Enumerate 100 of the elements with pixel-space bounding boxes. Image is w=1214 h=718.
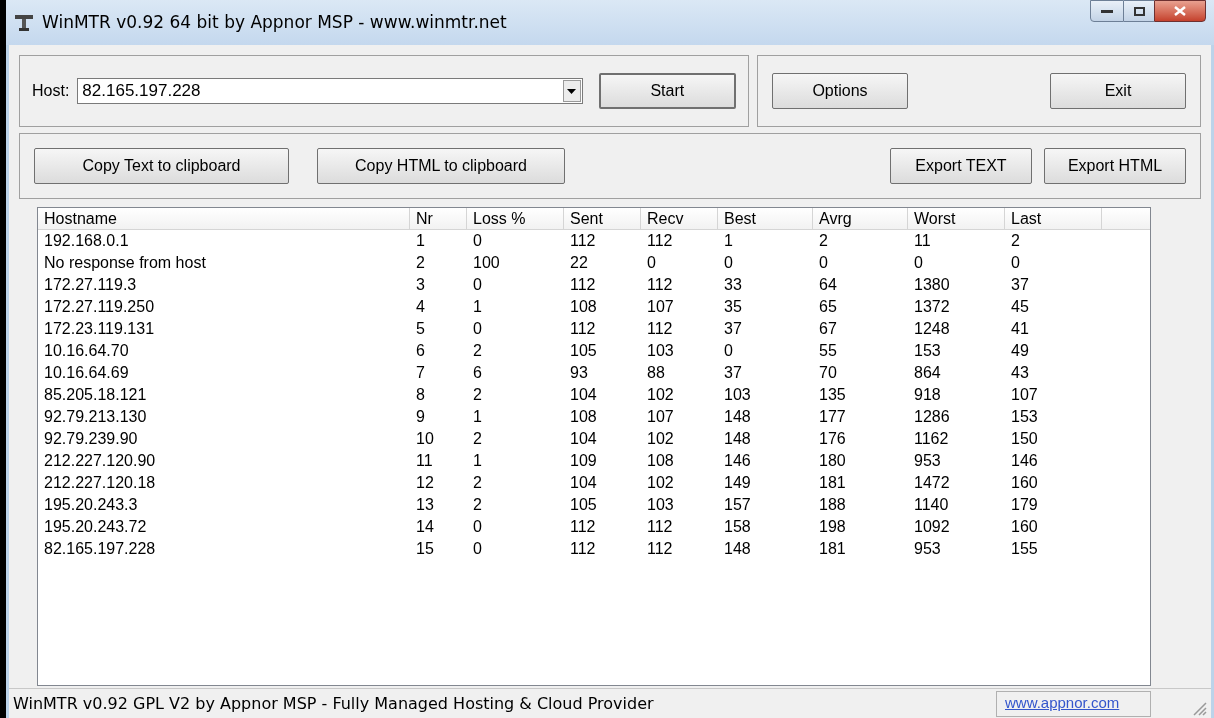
table-cell-text: 1286	[913, 407, 951, 427]
close-icon	[1174, 6, 1186, 16]
window-title: WinMTR v0.92 64 bit by Appnor MSP - www.winmtr.net	[42, 10, 507, 34]
table-cell-text: 102	[646, 429, 675, 449]
table-cell-text: 105	[569, 495, 598, 515]
table-cell-text: 82.165.197.228	[43, 539, 157, 559]
table-cell-text: 0	[723, 253, 734, 273]
table-cell-text: 107	[1010, 385, 1039, 405]
table-cell-text: 10.16.64.70	[43, 341, 130, 361]
table-cell-text: 188	[818, 495, 847, 515]
table-cell-text: 112	[569, 539, 597, 559]
table-cell-text: 5	[415, 319, 426, 339]
minimize-button[interactable]	[1090, 0, 1124, 22]
table-cell-text: 100	[472, 253, 501, 273]
table-cell-text: 103	[646, 495, 675, 515]
table-cell-text: 158	[723, 517, 752, 537]
table-cell-text: 0	[646, 253, 657, 273]
table-cell-text: 104	[569, 385, 598, 405]
table-cell-text: 1	[472, 407, 483, 427]
table-cell-text: 0	[472, 319, 483, 339]
table-cell-text: 1	[415, 231, 426, 251]
table-cell-text: 212.227.120.18	[43, 473, 157, 493]
table-cell-text: No response from host	[43, 253, 207, 273]
table-cell-text: 93	[569, 363, 589, 383]
table-cell-text: 179	[1010, 495, 1039, 515]
table-cell-text: 112	[569, 231, 597, 251]
table-cell-text: 177	[818, 407, 847, 427]
export-button[interactable]: Export TEXT	[890, 148, 1032, 184]
table-cell-text: 148	[723, 539, 752, 559]
table-cell-text: 2	[1010, 231, 1021, 251]
table-cell-text: 172.27.119.3	[43, 275, 138, 295]
table-cell-text: 195.20.243.72	[43, 517, 148, 537]
table-cell-text: 153	[1010, 407, 1039, 427]
column-header[interactable]: Best	[718, 208, 813, 230]
column-header[interactable]: Avrg	[813, 208, 908, 230]
column-header[interactable]: Worst	[908, 208, 1005, 230]
table-cell-text: 35	[723, 297, 743, 317]
options-button[interactable]: Options	[772, 73, 908, 109]
table-cell-text: 112	[569, 319, 597, 339]
table-cell-text: 11	[415, 451, 434, 471]
table-cell-text: 12	[415, 473, 435, 493]
column-header[interactable]: Last	[1005, 208, 1102, 230]
table-cell-text: 0	[472, 275, 483, 295]
table-cell-text: 953	[913, 539, 942, 559]
start-button[interactable]: Start	[598, 73, 736, 109]
table-cell-text: 104	[569, 429, 598, 449]
table-cell-text: 953	[913, 451, 942, 471]
table-cell-text: 64	[818, 275, 838, 295]
table-cell-text: 2	[472, 473, 483, 493]
table-cell-text: 180	[818, 451, 847, 471]
table-cell-text: 112	[646, 319, 674, 339]
table-cell-text: 45	[1010, 297, 1030, 317]
table-cell-text: 8	[415, 385, 426, 405]
table-cell-text: 1372	[913, 297, 951, 317]
host-combo-box[interactable]: 82.165.197.228	[77, 78, 583, 104]
table-cell-text: 2	[472, 341, 483, 361]
column-header[interactable]: Nr	[410, 208, 467, 230]
table-cell-text: 112	[646, 275, 674, 295]
table-cell-text: 0	[472, 517, 483, 537]
column-header[interactable]: Recv	[641, 208, 718, 230]
dropdown-button[interactable]	[562, 80, 581, 102]
table-cell-text: 49	[1010, 341, 1030, 361]
table-cell-text: 0	[1010, 253, 1021, 273]
export-button[interactable]: Export HTML	[1044, 148, 1186, 184]
close-button[interactable]	[1154, 0, 1206, 22]
table-cell-text: 1248	[913, 319, 951, 339]
table-cell-text: 92.79.213.130	[43, 407, 148, 427]
table-cell-text: 102	[646, 385, 675, 405]
table-cell-text: 0	[913, 253, 924, 273]
table-cell-text: 112	[646, 539, 674, 559]
column-header[interactable]: Hostname	[38, 208, 410, 230]
table-cell-text: 6	[472, 363, 483, 383]
table-cell-text: 1162	[913, 429, 950, 449]
table-cell-text: 41	[1010, 319, 1030, 339]
table-cell-text: 2	[818, 231, 829, 251]
table-cell-text: 108	[569, 407, 598, 427]
maximize-button[interactable]	[1124, 0, 1154, 22]
table-cell-text: 10.16.64.69	[43, 363, 130, 383]
table-cell-text: 2	[472, 429, 483, 449]
table-cell-text: 1472	[913, 473, 951, 493]
table-cell-text: 918	[913, 385, 942, 405]
table-cell-text: 65	[818, 297, 838, 317]
column-header[interactable]: Sent	[564, 208, 641, 230]
table-cell-text: 9	[415, 407, 426, 427]
table-cell-text: 67	[818, 319, 838, 339]
table-cell-text: 146	[1010, 451, 1039, 471]
table-cell-text: 150	[1010, 429, 1039, 449]
table-cell-text: 0	[472, 539, 483, 559]
exit-button[interactable]: Exit	[1050, 73, 1186, 109]
copy-button[interactable]: Copy Text to clipboard	[34, 148, 289, 184]
copy-button[interactable]: Copy HTML to clipboard	[317, 148, 565, 184]
table-cell-text: 0	[723, 341, 734, 361]
table-cell-text: 160	[1010, 517, 1039, 537]
column-header[interactable]: Loss %	[467, 208, 564, 230]
table-cell-text: 10	[415, 429, 435, 449]
table-cell-text: 0	[472, 231, 483, 251]
table-cell-text: 1	[723, 231, 734, 251]
table-cell-text: 0	[818, 253, 829, 273]
table-cell-text: 112	[569, 517, 597, 537]
host-label: Host:	[32, 81, 70, 101]
